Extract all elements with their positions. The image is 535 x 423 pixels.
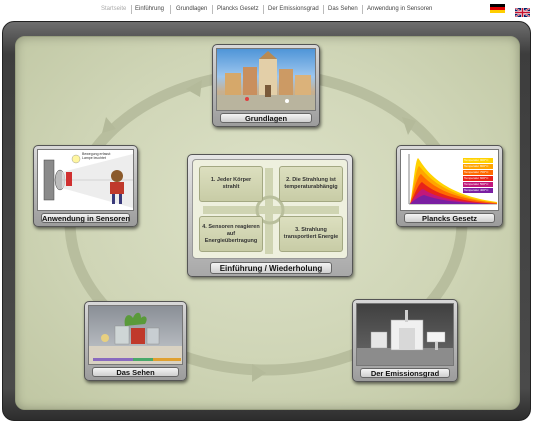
grundlagen-image — [216, 48, 316, 111]
planck-chart-image: Temperatur 900°C Temperatur 800°C Temperat… — [400, 149, 499, 211]
uk-flag-icon[interactable] — [514, 4, 531, 18]
sehen-image — [88, 305, 183, 365]
german-flag-icon[interactable] — [490, 4, 505, 13]
planck-legend-item: Temperatur 700°C — [463, 170, 493, 175]
step-4: 4. Sensoren reagieren auf Energieübertra… — [199, 216, 263, 252]
planck-legend-item: Temperatur 800°C — [463, 164, 493, 169]
process-board: 1. Jeder Körper strahlt 2. Die Strahlung… — [192, 159, 348, 259]
nav-grundlagen[interactable]: Grundlagen — [176, 6, 207, 12]
nav-separator — [131, 5, 132, 14]
card-anwendung-in-sensoren[interactable]: Bewegung erfasst: Lampe leuchtet Anwendu… — [33, 145, 138, 227]
sensor-image: Bewegung erfasst: Lampe leuchtet — [37, 149, 134, 211]
main-frame: Grundlagen Temperatur 900°C Temperatur 80… — [2, 21, 531, 421]
nav-startseite[interactable]: Startseite — [101, 6, 126, 12]
nav-einfuehrung[interactable]: Einführung — [135, 6, 164, 12]
card-label-anwendung-in-sensoren[interactable]: Anwendung in Sensoren — [41, 213, 130, 223]
nav-separator — [362, 5, 363, 14]
nav-das-sehen[interactable]: Das Sehen — [328, 6, 358, 12]
card-label-der-emissionsgrad[interactable]: Der Emissionsgrad — [360, 368, 450, 378]
card-plancks-gesetz[interactable]: Temperatur 900°C Temperatur 800°C Temperat… — [396, 145, 503, 227]
card-label-grundlagen[interactable]: Grundlagen — [220, 113, 312, 123]
emissionsgrad-image — [356, 303, 454, 366]
step-3: 3. Strahlung transportiert Energie — [279, 216, 343, 252]
planck-legend-item: Temperatur 600°C — [463, 176, 493, 181]
planck-legend: Temperatur 900°C Temperatur 800°C Temperat… — [463, 158, 493, 194]
sensor-note: Bewegung erfasst: Lampe leuchtet — [82, 152, 111, 160]
nav-separator — [323, 5, 324, 14]
card-label-plancks-gesetz[interactable]: Plancks Gesetz — [404, 213, 495, 223]
planck-legend-item: Temperatur 500°C — [463, 182, 493, 187]
step-1: 1. Jeder Körper strahlt — [199, 166, 263, 202]
card-das-sehen[interactable]: Das Sehen — [84, 301, 187, 381]
step-2: 2. Die Strahlung ist temperaturabhängig — [279, 166, 343, 202]
nav-emissionsgrad[interactable]: Der Emissionsgrad — [268, 6, 319, 12]
card-einfuehrung-wiederholung[interactable]: 1. Jeder Körper strahlt 2. Die Strahlung… — [187, 154, 353, 277]
nav-plancks-gesetz[interactable]: Plancks Gesetz — [217, 6, 259, 12]
card-grundlagen[interactable]: Grundlagen — [212, 44, 320, 127]
card-label-einfuehrung-wiederholung[interactable]: Einführung / Wiederholung — [210, 262, 332, 274]
nav-separator — [263, 5, 264, 14]
planck-legend-item: Temperatur 900°C — [463, 158, 493, 163]
nav-separator — [170, 5, 171, 14]
card-der-emissionsgrad[interactable]: Der Emissionsgrad — [352, 299, 458, 382]
content-panel: Grundlagen Temperatur 900°C Temperatur 80… — [15, 36, 520, 410]
top-navigation: Startseite Einführung Grundlagen Plancks… — [0, 0, 535, 20]
nav-anwendung-in-sensoren[interactable]: Anwendung in Sensoren — [367, 6, 432, 12]
card-label-das-sehen[interactable]: Das Sehen — [92, 367, 179, 377]
nav-separator — [212, 5, 213, 14]
planck-legend-item: Temperatur 400°C — [463, 188, 493, 193]
